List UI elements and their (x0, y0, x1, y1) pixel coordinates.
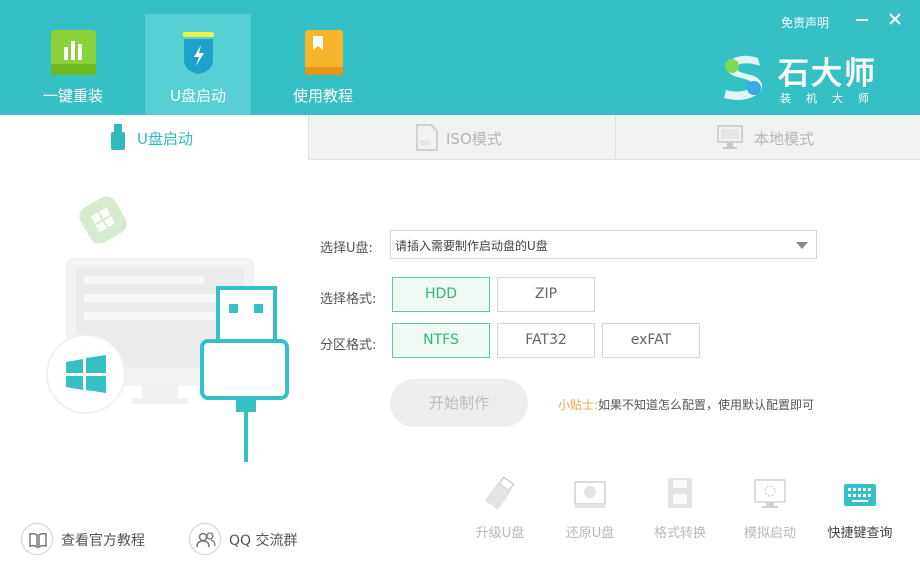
tool-hotkey-query[interactable]: 快捷键查询 (820, 472, 900, 542)
tool-label: 格式转换 (653, 526, 706, 541)
usb-illustration (46, 196, 289, 462)
tool-format-convert[interactable]: 格式转换 (640, 472, 720, 542)
usb-select-placeholder: 请插入需要制作启动盘的U盘 (395, 239, 548, 253)
logo-mark-icon (724, 55, 762, 100)
brand-name: 石大师 (778, 56, 877, 92)
format-label: 选择格式: (320, 292, 377, 307)
monitor-icon (754, 479, 786, 508)
mode-tab-iso[interactable]: ISO ISO模式 (308, 115, 615, 160)
tab-label: U盘启动 (170, 87, 226, 105)
iso-file-icon: ISO (416, 124, 438, 151)
tip-text: 小贴士:如果不知道怎么配置，使用默认配置即可 (558, 396, 814, 413)
close-icon (889, 13, 901, 25)
disclaimer-link[interactable]: 免责声明 (781, 14, 829, 31)
tip-body: 如果不知道怎么配置，使用默认配置即可 (598, 398, 815, 412)
mode-tab-label: U盘启动 (137, 130, 193, 148)
floppy-icon (668, 478, 692, 508)
chevron-down-icon (796, 242, 808, 249)
qq-group-label: QQ 交流群 (229, 533, 298, 549)
partition-exfat-button[interactable]: exFAT (602, 323, 700, 358)
tool-restore-usb[interactable]: 还原U盘 (550, 472, 630, 542)
book-icon (305, 30, 343, 75)
tip-key: 小贴士: (558, 398, 599, 412)
usb-select[interactable]: 请插入需要制作启动盘的U盘 (390, 230, 817, 259)
qq-group-link[interactable]: QQ 交流群 (189, 523, 309, 555)
keyboard-icon (844, 484, 876, 506)
official-tutorial-link[interactable]: 查看官方教程 (21, 523, 161, 555)
tool-label: 快捷键查询 (827, 526, 893, 541)
mode-tab-local[interactable]: 本地模式 (615, 115, 920, 160)
mode-tab-label: ISO模式 (446, 130, 502, 148)
mode-tab-usb[interactable]: U盘启动 (0, 115, 308, 160)
users-icon (189, 523, 221, 555)
tab-tutorial[interactable]: 使用教程 (270, 14, 376, 115)
tab-label: 使用教程 (292, 87, 353, 105)
book-icon (21, 523, 53, 555)
partition-ntfs-button[interactable]: NTFS (392, 323, 490, 358)
partition-fat32-button[interactable]: FAT32 (497, 323, 595, 358)
brand-logo: 石大师 装机大师 (720, 48, 900, 106)
mode-tab-label: 本地模式 (754, 130, 815, 148)
minimize-button[interactable] (852, 10, 872, 30)
tool-label: 升级U盘 (475, 526, 525, 541)
tab-label: 一键重装 (42, 87, 103, 105)
format-zip-button[interactable]: ZIP (497, 277, 595, 312)
restore-disk-icon (574, 481, 606, 508)
usb-drive-icon (485, 476, 515, 510)
brand-subtitle: 装机大师 (780, 92, 884, 105)
title-bar: 一键重装 U盘启动 使用教程 免责声明 石大师 装机大师 (0, 0, 920, 115)
chart-icon (51, 30, 96, 75)
mode-tabs: U盘启动 ISO ISO模式 本地模式 (0, 115, 920, 160)
usb-shield-icon (183, 32, 214, 74)
format-hdd-button[interactable]: HDD (392, 277, 490, 312)
usb-select-label: 选择U盘: (320, 241, 373, 256)
tool-simulate-boot[interactable]: 模拟启动 (730, 472, 810, 542)
tool-label: 还原U盘 (565, 526, 615, 541)
close-button[interactable] (885, 10, 905, 30)
usb-drive-icon (111, 124, 125, 150)
start-make-button[interactable]: 开始制作 (390, 379, 528, 427)
tab-one-click-reinstall[interactable]: 一键重装 (20, 14, 126, 115)
tool-label: 模拟启动 (743, 526, 796, 541)
tool-upgrade-usb[interactable]: 升级U盘 (460, 472, 540, 542)
svg-text:ISO: ISO (420, 140, 431, 147)
official-tutorial-label: 查看官方教程 (61, 533, 145, 549)
partition-label: 分区格式: (320, 338, 377, 353)
monitor-icon (717, 125, 743, 149)
minimize-icon (856, 19, 868, 21)
tab-usb-boot[interactable]: U盘启动 (145, 14, 251, 115)
